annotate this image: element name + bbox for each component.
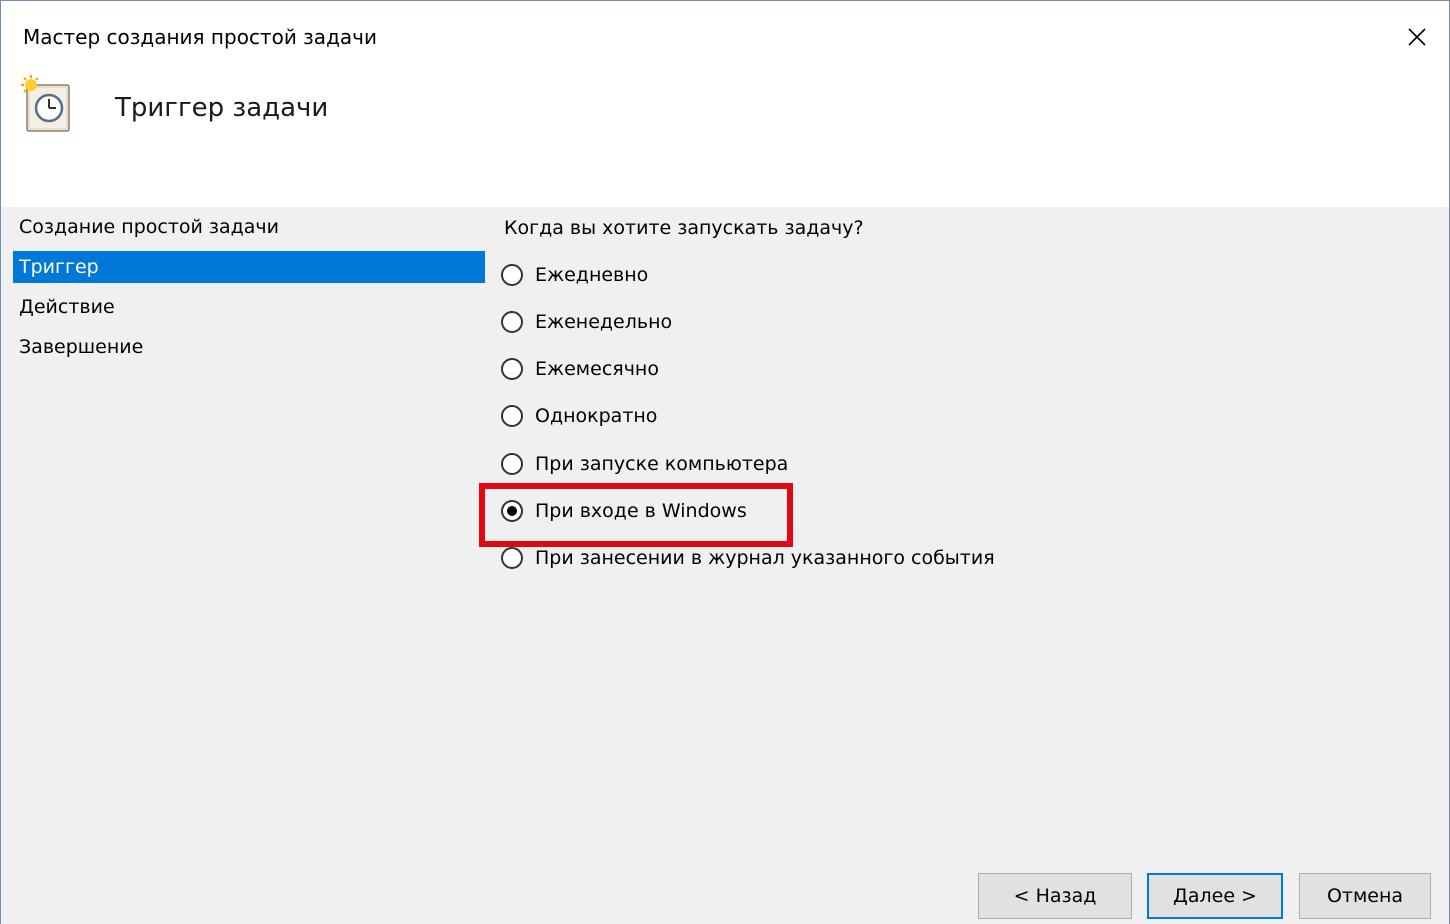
task-scheduler-clock-icon xyxy=(21,75,70,132)
radio-on-event[interactable] xyxy=(501,547,523,569)
radio-at-logon[interactable] xyxy=(501,500,523,522)
option-once-label: Однократно xyxy=(535,405,658,427)
option-daily[interactable]: Ежедневно xyxy=(501,264,648,286)
radio-at-startup[interactable] xyxy=(501,453,523,475)
wizard-header: Триггер задачи xyxy=(1,73,1449,207)
wizard-window: Мастер создания простой задачи Триггер з… xyxy=(0,0,1450,924)
option-daily-label: Ежедневно xyxy=(535,264,649,286)
steps-list: Создание простой задачи Триггер Действие… xyxy=(13,207,485,367)
wizard-body: Создание простой задачи Триггер Действие… xyxy=(1,207,1449,924)
close-icon xyxy=(1408,28,1426,46)
trigger-question: Когда вы хотите запускать задачу? xyxy=(504,217,864,239)
radio-once[interactable] xyxy=(501,405,523,427)
radio-daily[interactable] xyxy=(501,264,523,286)
title-bar: Мастер создания простой задачи xyxy=(1,1,1449,73)
radio-monthly[interactable] xyxy=(501,358,523,380)
step-finish[interactable]: Завершение xyxy=(13,327,485,367)
step-trigger[interactable]: Триггер xyxy=(13,251,485,283)
option-weekly[interactable]: Еженедельно xyxy=(501,311,672,333)
window-title: Мастер создания простой задачи xyxy=(23,25,377,49)
option-at-startup-label: При запуске компьютера xyxy=(535,453,789,475)
option-at-logon[interactable]: При входе в Windows xyxy=(501,500,747,522)
option-at-startup[interactable]: При запуске компьютера xyxy=(501,453,788,475)
option-at-logon-label: При входе в Windows xyxy=(535,500,747,522)
option-once[interactable]: Однократно xyxy=(501,405,657,427)
cancel-button[interactable]: Отмена xyxy=(1299,873,1431,919)
next-button[interactable]: Далее > xyxy=(1147,873,1283,919)
option-monthly-label: Ежемесячно xyxy=(535,358,659,380)
step-action[interactable]: Действие xyxy=(13,287,485,327)
option-monthly[interactable]: Ежемесячно xyxy=(501,358,659,380)
option-weekly-label: Еженедельно xyxy=(535,311,673,333)
option-on-event[interactable]: При занесении в журнал указанного событи… xyxy=(501,547,995,569)
radio-weekly[interactable] xyxy=(501,311,523,333)
page-title: Триггер задачи xyxy=(115,93,329,123)
step-create-task[interactable]: Создание простой задачи xyxy=(13,207,485,247)
option-on-event-label: При занесении в журнал указанного событи… xyxy=(535,547,995,569)
close-button[interactable] xyxy=(1385,1,1449,73)
back-button[interactable]: < Назад xyxy=(978,873,1132,919)
